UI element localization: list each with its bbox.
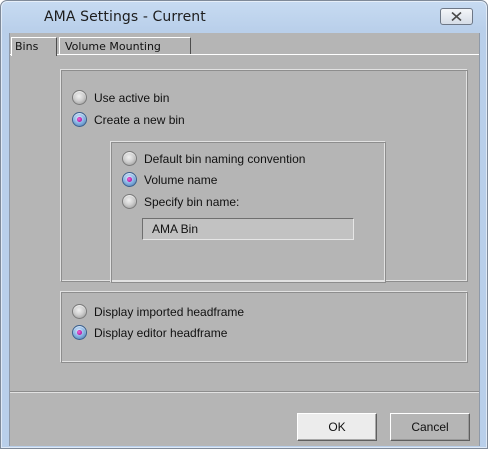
bin-name-input[interactable]: AMA Bin bbox=[142, 218, 354, 240]
tab-strip: Bins Volume Mounting bbox=[10, 33, 479, 56]
tab-baseline bbox=[10, 54, 479, 55]
volume-name-option[interactable]: Volume name bbox=[122, 172, 217, 187]
tab-bins[interactable]: Bins bbox=[11, 37, 57, 56]
create-new-bin-label: Create a new bin bbox=[94, 112, 185, 127]
imported-headframe-label: Display imported headframe bbox=[94, 304, 245, 319]
tab-volume-mounting[interactable]: Volume Mounting bbox=[59, 37, 191, 55]
volume-name-radio[interactable] bbox=[122, 172, 137, 187]
dialog-client-area: Bins Volume Mounting Use active bin Crea… bbox=[9, 33, 480, 446]
create-new-bin-option[interactable]: Create a new bin bbox=[72, 112, 185, 127]
close-x-icon bbox=[451, 12, 462, 21]
use-active-bin-radio[interactable] bbox=[72, 90, 87, 105]
close-button[interactable] bbox=[440, 8, 473, 25]
specify-bin-name-radio[interactable] bbox=[122, 194, 137, 209]
specify-bin-name-option[interactable]: Specify bin name: bbox=[122, 194, 239, 209]
ok-button[interactable]: OK bbox=[297, 413, 377, 441]
editor-headframe-label: Display editor headframe bbox=[94, 325, 228, 340]
title-bar[interactable]: AMA Settings - Current bbox=[1, 1, 487, 33]
window-title: AMA Settings - Current bbox=[44, 9, 206, 25]
default-naming-label: Default bin naming convention bbox=[144, 151, 306, 166]
use-active-bin-option[interactable]: Use active bin bbox=[72, 90, 169, 105]
imported-headframe-option[interactable]: Display imported headframe bbox=[72, 304, 244, 319]
dialog-window: AMA Settings - Current Bins Volume Mount… bbox=[0, 0, 488, 449]
imported-headframe-radio[interactable] bbox=[72, 304, 87, 319]
default-naming-option[interactable]: Default bin naming convention bbox=[122, 151, 305, 166]
editor-headframe-radio[interactable] bbox=[72, 325, 87, 340]
editor-headframe-option[interactable]: Display editor headframe bbox=[72, 325, 227, 340]
button-divider bbox=[10, 391, 479, 393]
default-naming-radio[interactable] bbox=[122, 151, 137, 166]
specify-bin-name-label: Specify bin name: bbox=[144, 194, 240, 209]
cancel-button[interactable]: Cancel bbox=[390, 413, 470, 441]
use-active-bin-label: Use active bin bbox=[94, 90, 170, 105]
create-new-bin-radio[interactable] bbox=[72, 112, 87, 127]
volume-name-label: Volume name bbox=[144, 172, 218, 187]
